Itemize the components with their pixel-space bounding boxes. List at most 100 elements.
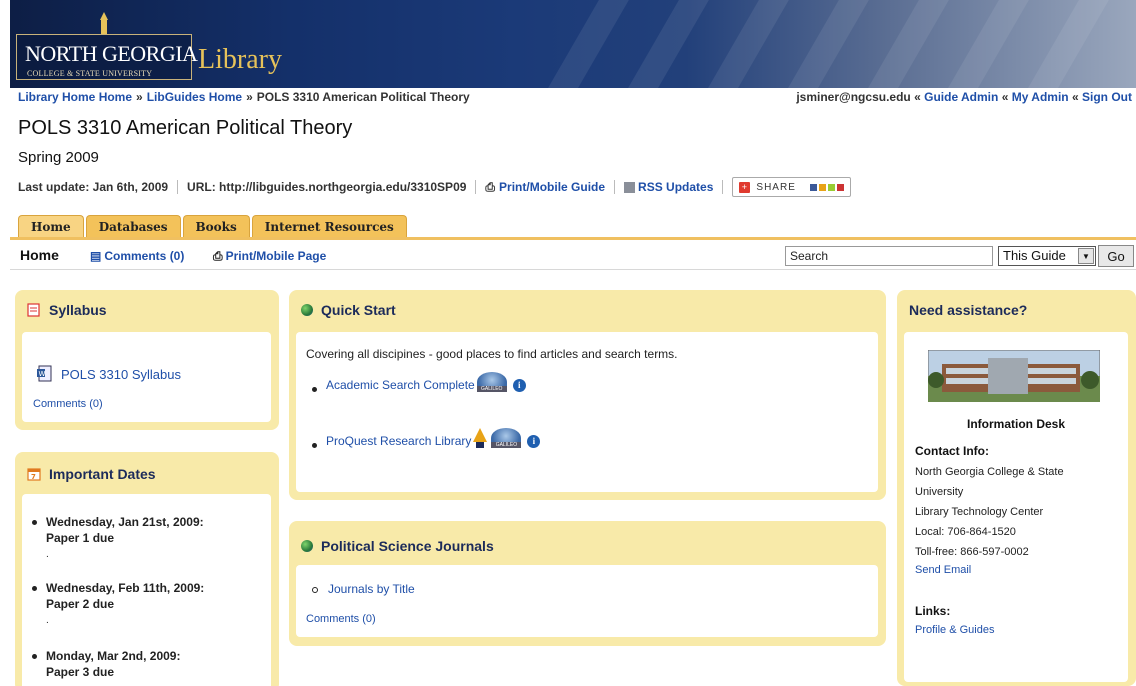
- current-page-label: Home: [20, 247, 59, 263]
- info-icon[interactable]: i: [527, 435, 541, 448]
- breadcrumb-library-home[interactable]: Library Home Home: [18, 90, 132, 104]
- academic-search-complete-link[interactable]: Academic Search Complete: [326, 378, 475, 392]
- printer-icon: ⎙: [485, 179, 496, 194]
- guide-url: URL: http://libguides.northgeorgia.edu/3…: [187, 180, 467, 194]
- calendar-icon: 7: [27, 468, 41, 481]
- journals-comments-link[interactable]: Comments (0): [306, 613, 376, 625]
- print-page-link[interactable]: Print/Mobile Page: [226, 249, 327, 263]
- bell-tower-icon: [100, 12, 108, 34]
- date-item-event: Paper 2 due: [46, 597, 115, 611]
- page-subtitle: Spring 2009: [18, 149, 99, 166]
- important-dates-header: 7 Important Dates: [27, 466, 156, 482]
- userbar-separator: «: [914, 90, 921, 104]
- tab-databases[interactable]: Databases: [85, 215, 181, 237]
- date-item: Monday, Mar 2nd, 2009: Paper 3 due: [32, 648, 180, 680]
- breadcrumb-libguides-home[interactable]: LibGuides Home: [147, 90, 242, 104]
- need-assistance-title: Need assistance?: [909, 302, 1028, 318]
- breadcrumb: Library Home Home» LibGuides Home» POLS 33…: [18, 90, 470, 104]
- proquest-icon: [473, 428, 488, 448]
- contact-line: University: [915, 486, 964, 498]
- syllabus-comments-link[interactable]: Comments (0): [33, 398, 103, 410]
- send-email-link[interactable]: Send Email: [915, 564, 971, 576]
- galileo-label: GALILEO: [491, 442, 522, 448]
- contact-line: Toll-free: 866-597-0002: [915, 546, 1029, 558]
- header-banner: NORTH GEORGIA COLLEGE & STATE UNIVERSITY…: [10, 0, 1136, 88]
- need-assistance-content: Information Desk Contact Info: North Geo…: [904, 332, 1128, 682]
- date-item: Wednesday, Feb 11th, 2009: Paper 2 due: [32, 580, 204, 612]
- photo-caption: Information Desk: [966, 417, 1065, 431]
- need-assistance-box: Need assistance? Information Desk Contac…: [897, 290, 1136, 686]
- breadcrumb-separator: »: [136, 90, 143, 104]
- printer-icon: ⎙: [213, 249, 223, 263]
- user-bar: jsminer@ngcsu.edu « Guide Admin « My Adm…: [796, 90, 1132, 104]
- social-icons: [809, 183, 844, 191]
- search-scope-value: This Guide: [1003, 248, 1066, 263]
- info-icon[interactable]: i: [512, 379, 526, 392]
- database-item: ProQuest Research Library GALILEO i: [312, 428, 541, 448]
- search-input[interactable]: [785, 246, 993, 266]
- print-guide-link[interactable]: Print/Mobile Guide: [499, 180, 605, 194]
- sign-out-link[interactable]: Sign Out: [1082, 90, 1132, 104]
- chevron-down-icon[interactable]: ▼: [1078, 248, 1094, 264]
- syllabus-link[interactable]: POLS 3310 Syllabus: [61, 367, 181, 382]
- contact-info: North Georgia College & State University…: [915, 462, 1064, 562]
- database-item: Academic Search Complete GALILEO i: [312, 372, 526, 392]
- contact-line: Library Technology Center: [915, 506, 1044, 518]
- important-dates-title: Important Dates: [49, 466, 156, 482]
- date-item: Wednesday, Jan 21st, 2009: Paper 1 due: [32, 514, 204, 546]
- journals-title: Political Science Journals: [321, 538, 494, 554]
- tab-internet-resources[interactable]: Internet Resources: [251, 215, 407, 237]
- quick-start-box: Quick Start Covering all discipines - go…: [289, 290, 886, 500]
- guide-meta-bar: Last update: Jan 6th, 2009 URL: http://l…: [18, 177, 851, 197]
- page-comments[interactable]: ▤ Comments (0): [90, 249, 184, 263]
- rss-updates-link[interactable]: RSS Updates: [638, 180, 713, 194]
- quick-start-intro: Covering all discipines - good places to…: [306, 347, 678, 361]
- date-item-date: Wednesday, Jan 21st, 2009:: [46, 515, 204, 529]
- proquest-research-library-link[interactable]: ProQuest Research Library: [326, 434, 471, 448]
- important-dates-box: 7 Important Dates Wednesday, Jan 21st, 2…: [15, 452, 279, 686]
- library-wordmark: Library: [198, 44, 282, 75]
- print-page[interactable]: ⎙ Print/Mobile Page: [213, 249, 326, 264]
- share-button[interactable]: + SHARE: [732, 177, 851, 197]
- journals-header: Political Science Journals: [301, 538, 494, 554]
- contact-label: Contact Info:: [915, 444, 989, 458]
- word-document-icon: W: [37, 365, 52, 382]
- journals-content: Journals by Title Comments (0): [296, 565, 878, 637]
- userbar-separator: «: [1001, 90, 1009, 104]
- my-admin-link[interactable]: My Admin: [1012, 90, 1069, 104]
- breadcrumb-separator: »: [246, 90, 253, 104]
- guide-tabs: Home Databases Books Internet Resources: [18, 215, 407, 237]
- go-button[interactable]: Go: [1098, 245, 1134, 267]
- profile-guides-link[interactable]: Profile & Guides: [915, 624, 994, 636]
- tab-books[interactable]: Books: [182, 215, 250, 237]
- journals-box: Political Science Journals Journals by T…: [289, 521, 886, 646]
- contact-line: Local: 706-864-1520: [915, 526, 1016, 538]
- journals-by-title-link[interactable]: Journals by Title: [328, 582, 415, 596]
- university-name: NORTH GEORGIA: [25, 41, 198, 66]
- date-item-date: Wednesday, Feb 11th, 2009:: [46, 581, 205, 595]
- globe-icon: [301, 540, 313, 552]
- last-update: Last update: Jan 6th, 2009: [18, 180, 169, 194]
- guide-admin-link[interactable]: Guide Admin: [924, 90, 998, 104]
- tab-home[interactable]: Home: [18, 215, 84, 237]
- page-comments-link[interactable]: Comments (0): [104, 249, 184, 263]
- quick-start-header: Quick Start: [301, 302, 396, 318]
- syllabus-content: W POLS 3310 Syllabus Comments (0): [22, 332, 271, 422]
- page-subnav: Home ▤Comments (0) ⎙Print/Mobile Page Th…: [10, 240, 1136, 270]
- galileo-icon: GALILEO: [491, 428, 522, 448]
- galileo-label: GALILEO: [476, 386, 507, 392]
- date-item-event: Paper 3 due: [46, 665, 115, 679]
- share-plus-icon: +: [739, 181, 751, 193]
- quick-start-title: Quick Start: [321, 302, 396, 318]
- rss-icon: [624, 181, 636, 193]
- syllabus-header: Syllabus: [27, 302, 107, 318]
- syllabus-title: Syllabus: [49, 302, 107, 318]
- userbar-separator: «: [1071, 90, 1079, 104]
- svg-text:7: 7: [31, 473, 36, 481]
- search-scope-select[interactable]: This Guide ▼: [998, 246, 1096, 266]
- journal-list-item: Journals by Title: [312, 582, 415, 596]
- university-logo[interactable]: NORTH GEORGIA COLLEGE & STATE UNIVERSITY: [16, 34, 198, 80]
- need-assistance-header: Need assistance?: [909, 302, 1027, 318]
- links-label: Links:: [915, 604, 951, 618]
- breadcrumb-current: POLS 3310 American Political Theory: [256, 90, 470, 104]
